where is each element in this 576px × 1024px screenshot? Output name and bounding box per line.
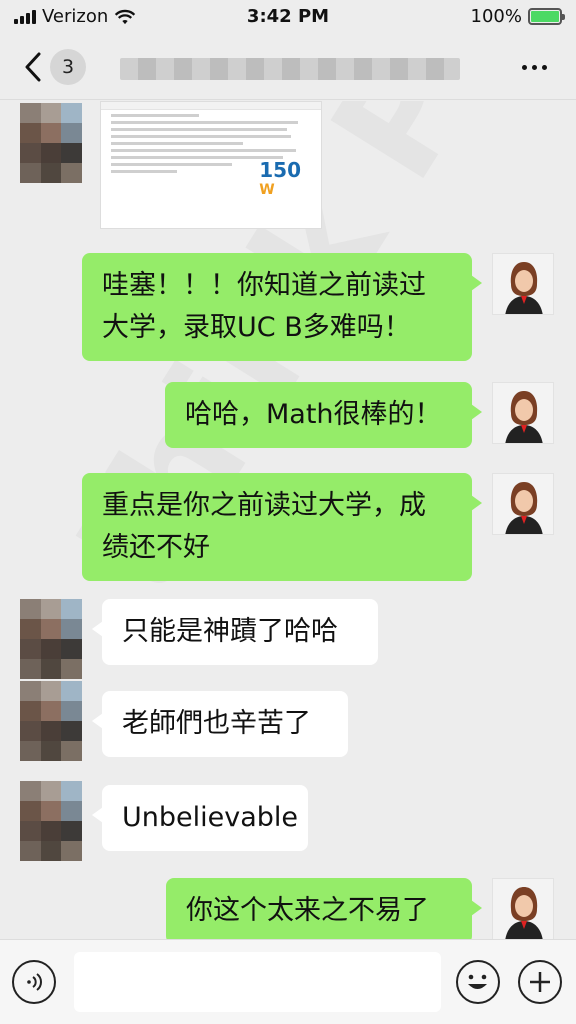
more-options-button[interactable] <box>514 52 554 82</box>
chat-title-blurred <box>120 58 460 80</box>
sent-message[interactable]: 重点是你之前读过大学，成绩还不好 <box>82 473 482 581</box>
received-message[interactable]: 只能是神蹟了哈哈 <box>92 599 378 665</box>
sent-message[interactable]: 哇塞！！！你知道之前读过大学，录取UC B多难吗！ <box>82 253 482 361</box>
my-avatar[interactable] <box>492 473 554 535</box>
unread-count-badge[interactable]: 3 <box>50 49 86 85</box>
chat-messages[interactable]: think Pro 150 W 哇塞！！！你知道之前读过大学，录取UC B多难吗！ <box>0 101 576 939</box>
university-logo: 150 W <box>259 158 301 198</box>
message-text: 哇塞！！！你知道之前读过大学，录取UC B多难吗！ <box>102 270 426 343</box>
emoji-icon <box>468 974 487 989</box>
chat-header: 3 <box>0 34 576 100</box>
battery-icon <box>528 8 565 25</box>
message-text: 你这个太来之不易了 <box>186 895 429 926</box>
more-dots-icon <box>521 64 527 70</box>
plus-button[interactable] <box>518 960 562 1004</box>
person-photo-icon <box>493 879 553 939</box>
contact-avatar[interactable] <box>20 103 82 183</box>
plus-icon <box>530 972 550 992</box>
contact-avatar[interactable] <box>20 599 82 679</box>
person-photo-icon <box>493 383 553 443</box>
sent-message[interactable]: 哈哈，Math很棒的！ <box>165 382 482 448</box>
voice-icon <box>27 973 42 991</box>
contact-avatar[interactable] <box>20 681 82 761</box>
emoji-button[interactable] <box>456 960 500 1004</box>
back-button[interactable] <box>18 48 48 86</box>
contact-avatar[interactable] <box>20 781 82 861</box>
chevron-left-icon <box>25 52 41 82</box>
voice-button[interactable] <box>12 960 56 1004</box>
message-text: 哈哈，Math很棒的！ <box>185 399 442 430</box>
message-text: 老師們也辛苦了 <box>122 708 311 739</box>
message-text: Unbelievable <box>122 802 299 833</box>
status-right: 100% <box>470 6 565 27</box>
message-text: 只能是神蹟了哈哈 <box>122 616 338 647</box>
status-bar: Verizon 3:42 PM 100% <box>0 0 576 34</box>
sent-message[interactable]: 你这个太来之不易了 <box>166 878 482 939</box>
image-message[interactable]: 150 W <box>100 101 322 229</box>
my-avatar[interactable] <box>492 878 554 939</box>
message-text: 重点是你之前读过大学，成绩还不好 <box>102 490 426 563</box>
person-photo-icon <box>493 474 553 534</box>
received-message[interactable]: 老師們也辛苦了 <box>92 691 348 757</box>
my-avatar[interactable] <box>492 382 554 444</box>
input-bar <box>0 939 576 1024</box>
person-photo-icon <box>493 254 553 314</box>
received-message[interactable]: Unbelievable <box>92 785 308 851</box>
my-avatar[interactable] <box>492 253 554 315</box>
battery-percent: 100% <box>470 6 522 27</box>
message-input[interactable] <box>74 952 441 1012</box>
